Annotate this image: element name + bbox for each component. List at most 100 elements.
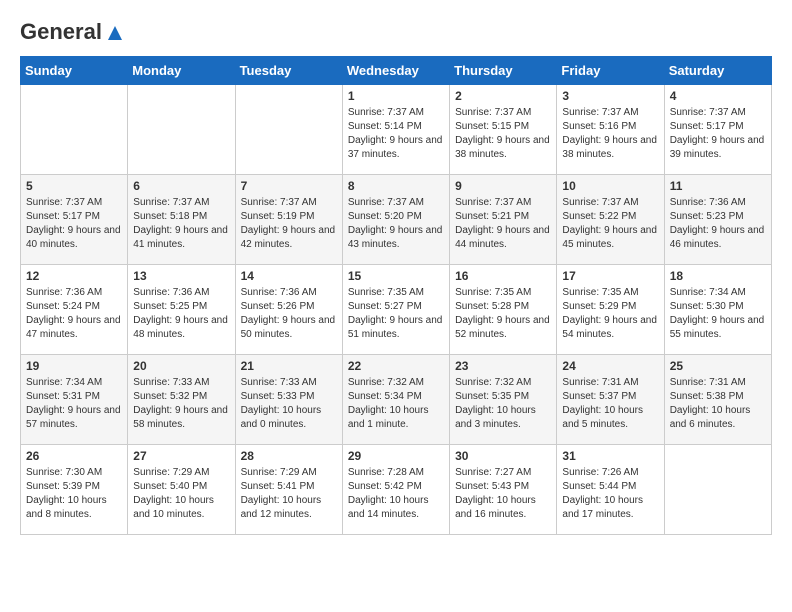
calendar-cell: 5 Sunrise: 7:37 AM Sunset: 5:17 PM Daylig… xyxy=(21,175,128,265)
calendar-cell: 9Sunrise: 7:37 AM Sunset: 5:21 PM Daylig… xyxy=(450,175,557,265)
day-info: Sunrise: 7:31 AM Sunset: 5:37 PM Dayligh… xyxy=(562,376,658,432)
day-number: 10 xyxy=(562,179,658,193)
calendar-cell: 11Sunrise: 7:36 AM Sunset: 5:23 PM Dayli… xyxy=(664,175,771,265)
day-number: 12 xyxy=(26,269,122,283)
day-info: Sunrise: 7:32 AM Sunset: 5:35 PM Dayligh… xyxy=(455,376,551,432)
day-info: Sunrise: 7:37 AM Sunset: 5:14 PM Dayligh… xyxy=(348,106,444,162)
calendar-table: SundayMondayTuesdayWednesdayThursdayFrid… xyxy=(20,56,772,535)
day-number: 3 xyxy=(562,89,658,103)
calendar-cell xyxy=(235,85,342,175)
header-monday: Monday xyxy=(128,57,235,85)
day-info: Sunrise: 7:29 AM Sunset: 5:40 PM Dayligh… xyxy=(133,466,229,522)
day-number: 18 xyxy=(670,269,766,283)
page-header: General xyxy=(20,20,772,40)
logo-icon xyxy=(104,22,126,44)
day-number: 2 xyxy=(455,89,551,103)
calendar-header-row: SundayMondayTuesdayWednesdayThursdayFrid… xyxy=(21,57,772,85)
day-number: 19 xyxy=(26,359,122,373)
calendar-week-row: 5 Sunrise: 7:37 AM Sunset: 5:17 PM Daylig… xyxy=(21,175,772,265)
logo-line1: General xyxy=(20,19,102,44)
day-info: Sunrise: 7:37 AM Sunset: 5:17 PM Dayligh… xyxy=(26,196,122,252)
calendar-cell: 1 Sunrise: 7:37 AM Sunset: 5:14 PM Daylig… xyxy=(342,85,449,175)
calendar-cell: 22 Sunrise: 7:32 AM Sunset: 5:34 PM Dayli… xyxy=(342,355,449,445)
day-info: Sunrise: 7:36 AM Sunset: 5:26 PM Dayligh… xyxy=(241,286,337,342)
day-info: Sunrise: 7:36 AM Sunset: 5:25 PM Dayligh… xyxy=(133,286,229,342)
calendar-cell: 4 Sunrise: 7:37 AM Sunset: 5:17 PM Daylig… xyxy=(664,85,771,175)
day-info: Sunrise: 7:37 AM Sunset: 5:16 PM Dayligh… xyxy=(562,106,658,162)
day-info: Sunrise: 7:28 AM Sunset: 5:42 PM Dayligh… xyxy=(348,466,444,522)
day-info: Sunrise: 7:37 AM Sunset: 5:17 PM Dayligh… xyxy=(670,106,766,162)
day-number: 29 xyxy=(348,449,444,463)
header-thursday: Thursday xyxy=(450,57,557,85)
calendar-cell: 12 Sunrise: 7:36 AM Sunset: 5:24 PM Dayli… xyxy=(21,265,128,355)
day-number: 20 xyxy=(133,359,229,373)
day-info: Sunrise: 7:26 AM Sunset: 5:44 PM Dayligh… xyxy=(562,466,658,522)
calendar-cell xyxy=(21,85,128,175)
day-number: 27 xyxy=(133,449,229,463)
day-number: 25 xyxy=(670,359,766,373)
day-number: 28 xyxy=(241,449,337,463)
day-info: Sunrise: 7:37 AM Sunset: 5:18 PM Dayligh… xyxy=(133,196,229,252)
calendar-cell: 16 Sunrise: 7:35 AM Sunset: 5:28 PM Dayli… xyxy=(450,265,557,355)
calendar-cell: 19 Sunrise: 7:34 AM Sunset: 5:31 PM Dayli… xyxy=(21,355,128,445)
calendar-cell: 24 Sunrise: 7:31 AM Sunset: 5:37 PM Dayli… xyxy=(557,355,664,445)
calendar-cell: 31 Sunrise: 7:26 AM Sunset: 5:44 PM Dayli… xyxy=(557,445,664,535)
calendar-week-row: 1 Sunrise: 7:37 AM Sunset: 5:14 PM Daylig… xyxy=(21,85,772,175)
day-info: Sunrise: 7:37 AM Sunset: 5:20 PM Dayligh… xyxy=(348,196,444,252)
calendar-cell: 14 Sunrise: 7:36 AM Sunset: 5:26 PM Dayli… xyxy=(235,265,342,355)
day-info: Sunrise: 7:37 AM Sunset: 5:15 PM Dayligh… xyxy=(455,106,551,162)
calendar-cell: 29 Sunrise: 7:28 AM Sunset: 5:42 PM Dayli… xyxy=(342,445,449,535)
calendar-week-row: 19 Sunrise: 7:34 AM Sunset: 5:31 PM Dayli… xyxy=(21,355,772,445)
day-number: 8 xyxy=(348,179,444,193)
day-number: 26 xyxy=(26,449,122,463)
calendar-cell: 2 Sunrise: 7:37 AM Sunset: 5:15 PM Daylig… xyxy=(450,85,557,175)
day-info: Sunrise: 7:36 AM Sunset: 5:23 PM Dayligh… xyxy=(670,196,766,252)
day-number: 7 xyxy=(241,179,337,193)
calendar-cell: 21 Sunrise: 7:33 AM Sunset: 5:33 PM Dayli… xyxy=(235,355,342,445)
day-number: 16 xyxy=(455,269,551,283)
day-info: Sunrise: 7:32 AM Sunset: 5:34 PM Dayligh… xyxy=(348,376,444,432)
day-number: 31 xyxy=(562,449,658,463)
day-number: 6 xyxy=(133,179,229,193)
day-number: 15 xyxy=(348,269,444,283)
calendar-cell: 17Sunrise: 7:35 AM Sunset: 5:29 PM Dayli… xyxy=(557,265,664,355)
day-number: 13 xyxy=(133,269,229,283)
day-number: 9 xyxy=(455,179,551,193)
header-saturday: Saturday xyxy=(664,57,771,85)
day-info: Sunrise: 7:30 AM Sunset: 5:39 PM Dayligh… xyxy=(26,466,122,522)
day-info: Sunrise: 7:33 AM Sunset: 5:32 PM Dayligh… xyxy=(133,376,229,432)
calendar-cell: 26 Sunrise: 7:30 AM Sunset: 5:39 PM Dayli… xyxy=(21,445,128,535)
calendar-cell: 3 Sunrise: 7:37 AM Sunset: 5:16 PM Daylig… xyxy=(557,85,664,175)
calendar-cell: 13 Sunrise: 7:36 AM Sunset: 5:25 PM Dayli… xyxy=(128,265,235,355)
header-wednesday: Wednesday xyxy=(342,57,449,85)
day-info: Sunrise: 7:37 AM Sunset: 5:22 PM Dayligh… xyxy=(562,196,658,252)
day-info: Sunrise: 7:34 AM Sunset: 5:31 PM Dayligh… xyxy=(26,376,122,432)
day-number: 5 xyxy=(26,179,122,193)
logo: General xyxy=(20,20,126,40)
day-number: 30 xyxy=(455,449,551,463)
calendar-cell: 8 Sunrise: 7:37 AM Sunset: 5:20 PM Daylig… xyxy=(342,175,449,265)
calendar-week-row: 26 Sunrise: 7:30 AM Sunset: 5:39 PM Dayli… xyxy=(21,445,772,535)
day-number: 24 xyxy=(562,359,658,373)
day-info: Sunrise: 7:37 AM Sunset: 5:19 PM Dayligh… xyxy=(241,196,337,252)
day-number: 21 xyxy=(241,359,337,373)
day-info: Sunrise: 7:35 AM Sunset: 5:27 PM Dayligh… xyxy=(348,286,444,342)
calendar-cell: 28 Sunrise: 7:29 AM Sunset: 5:41 PM Dayli… xyxy=(235,445,342,535)
day-number: 14 xyxy=(241,269,337,283)
day-info: Sunrise: 7:33 AM Sunset: 5:33 PM Dayligh… xyxy=(241,376,337,432)
calendar-cell: 18Sunrise: 7:34 AM Sunset: 5:30 PM Dayli… xyxy=(664,265,771,355)
day-info: Sunrise: 7:29 AM Sunset: 5:41 PM Dayligh… xyxy=(241,466,337,522)
day-number: 4 xyxy=(670,89,766,103)
calendar-cell: 10 Sunrise: 7:37 AM Sunset: 5:22 PM Dayli… xyxy=(557,175,664,265)
day-number: 22 xyxy=(348,359,444,373)
calendar-cell: 20 Sunrise: 7:33 AM Sunset: 5:32 PM Dayli… xyxy=(128,355,235,445)
calendar-cell: 25Sunrise: 7:31 AM Sunset: 5:38 PM Dayli… xyxy=(664,355,771,445)
day-info: Sunrise: 7:35 AM Sunset: 5:28 PM Dayligh… xyxy=(455,286,551,342)
header-sunday: Sunday xyxy=(21,57,128,85)
header-tuesday: Tuesday xyxy=(235,57,342,85)
calendar-cell: 7 Sunrise: 7:37 AM Sunset: 5:19 PM Daylig… xyxy=(235,175,342,265)
day-number: 1 xyxy=(348,89,444,103)
day-info: Sunrise: 7:35 AM Sunset: 5:29 PM Dayligh… xyxy=(562,286,658,342)
calendar-cell: 27 Sunrise: 7:29 AM Sunset: 5:40 PM Dayli… xyxy=(128,445,235,535)
day-info: Sunrise: 7:36 AM Sunset: 5:24 PM Dayligh… xyxy=(26,286,122,342)
